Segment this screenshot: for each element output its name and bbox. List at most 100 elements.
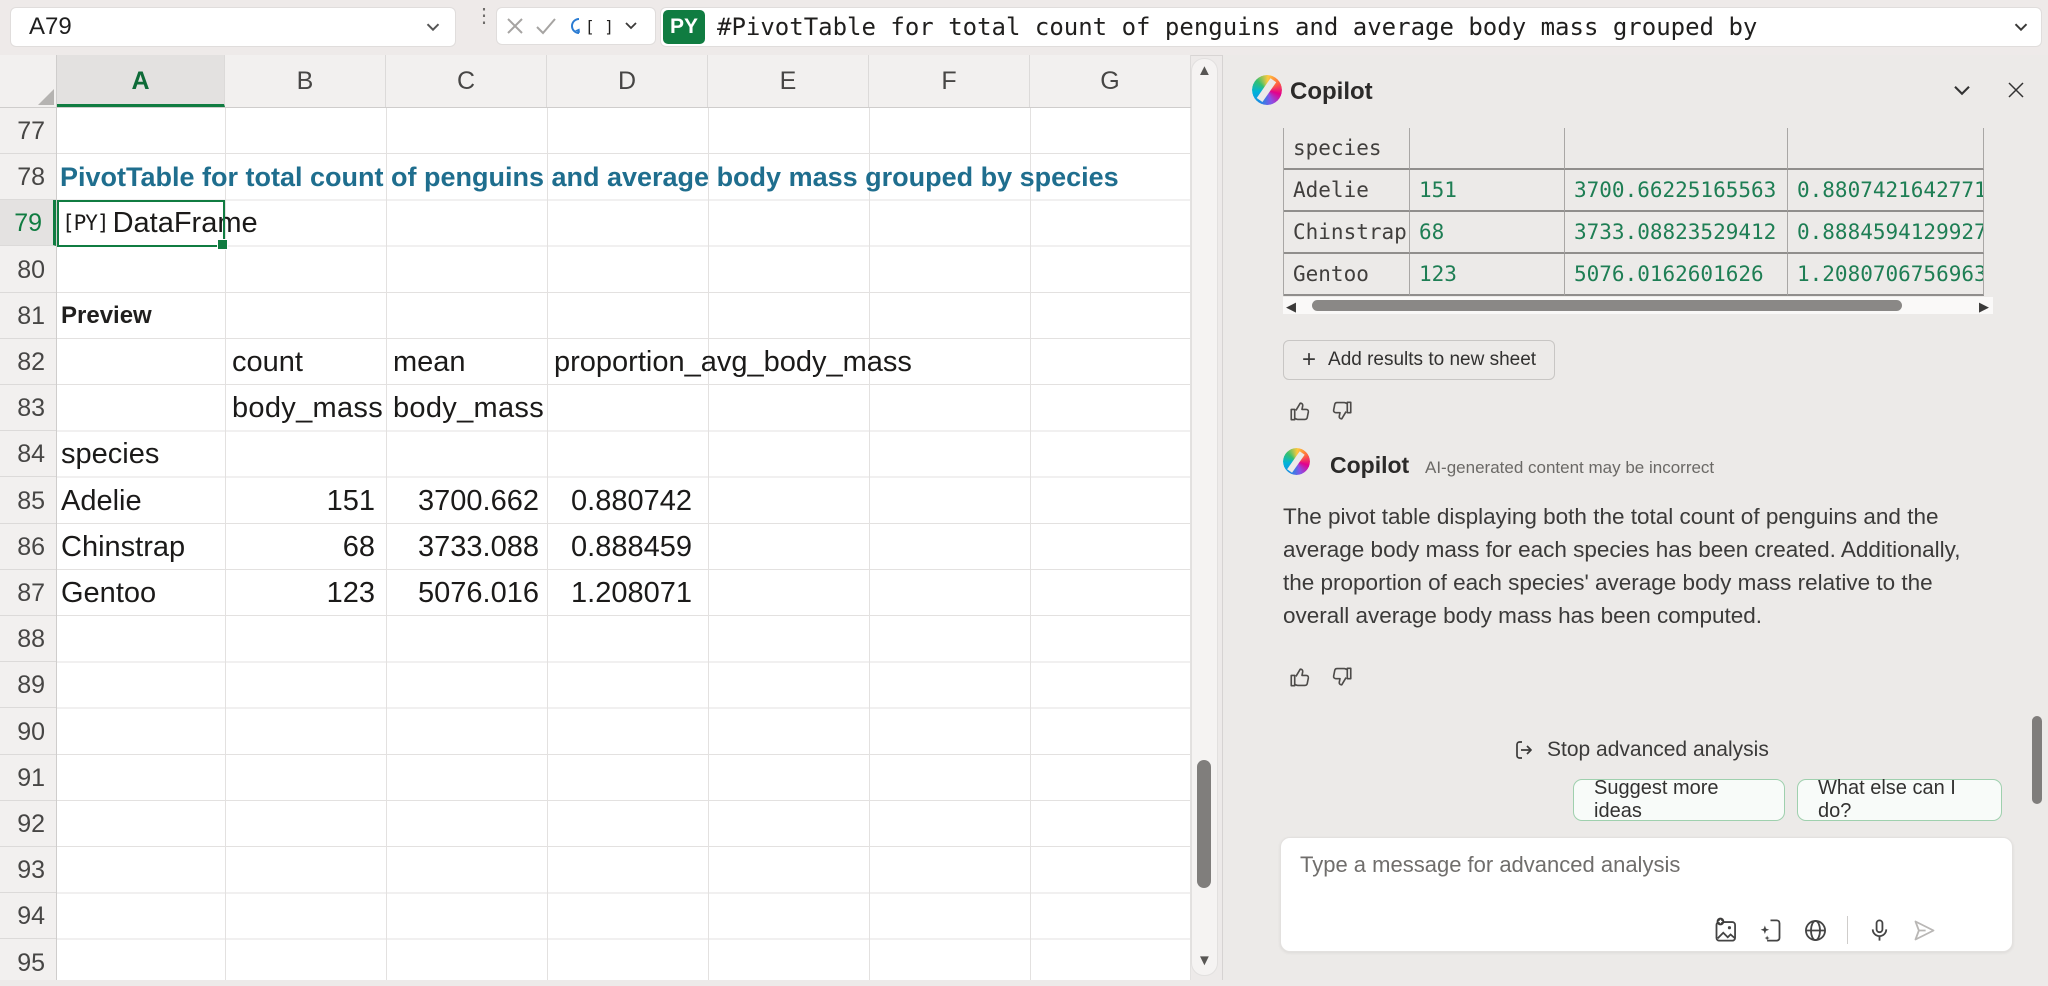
row-header-90[interactable]: 90 — [0, 709, 56, 755]
row-header-93[interactable]: 93 — [0, 847, 56, 893]
cell-B87[interactable]: 123 — [225, 570, 375, 616]
icon-divider — [1847, 916, 1848, 944]
cell-A87[interactable]: Gentoo — [61, 570, 156, 616]
thumbs-down-icon[interactable] — [1328, 398, 1354, 424]
thumbs-up-icon[interactable] — [1288, 664, 1314, 690]
table-cell: 0.8884594129927 — [1788, 212, 1984, 254]
thumbs-up-icon[interactable] — [1288, 398, 1314, 424]
name-box[interactable]: A79 — [10, 7, 456, 47]
cell-A86[interactable]: Chinstrap — [61, 524, 185, 570]
row-header-95[interactable]: 95 — [0, 940, 56, 986]
cell-B86[interactable]: 68 — [225, 524, 375, 570]
cell-C87[interactable]: 5076.016 — [386, 570, 539, 616]
table-cell: 5076.0162601626 — [1565, 254, 1788, 296]
name-box-chevron-icon[interactable] — [425, 22, 441, 33]
table-cell: Gentoo — [1284, 254, 1410, 296]
expand-formula-bar-chevron-icon[interactable] — [2013, 22, 2029, 33]
enter-check-icon[interactable] — [535, 17, 557, 35]
suggestion-pill-more-ideas[interactable]: Suggest more ideas — [1573, 779, 1785, 821]
table-scrollbar-thumb[interactable] — [1312, 300, 1902, 311]
send-icon[interactable] — [1911, 917, 1938, 944]
row-header-94[interactable]: 94 — [0, 893, 56, 939]
table-cell: 151 — [1410, 170, 1565, 212]
scroll-left-icon[interactable]: ◀ — [1286, 299, 1296, 315]
row-header-92[interactable]: 92 — [0, 801, 56, 847]
stop-advanced-analysis[interactable]: Stop advanced analysis — [1513, 738, 1769, 762]
prompt-library-icon[interactable] — [1757, 917, 1784, 944]
ai-disclaimer: AI-generated content may be incorrect — [1425, 458, 1714, 478]
row-header-77[interactable]: 77 — [0, 108, 56, 154]
cell-B82-count[interactable]: count — [232, 339, 303, 385]
thumbs-down-icon[interactable] — [1328, 664, 1354, 690]
table-cell: species — [1284, 128, 1410, 170]
column-header-C[interactable]: C — [386, 55, 547, 107]
panel-collapse-chevron-icon[interactable] — [1952, 84, 1972, 98]
panel-close-icon[interactable] — [2006, 80, 2026, 100]
formula-input[interactable]: PY #PivotTable for total count of pengui… — [660, 7, 2042, 47]
table-cell: Adelie — [1284, 170, 1410, 212]
copilot-message-logo-icon — [1283, 448, 1310, 475]
cell-A81-preview[interactable]: Preview — [61, 293, 152, 339]
row-header-86[interactable]: 86 — [0, 524, 56, 570]
row-header-81[interactable]: 81 — [0, 293, 56, 339]
plus-icon: + — [1302, 348, 1316, 372]
row-header-88[interactable]: 88 — [0, 616, 56, 662]
row-header-87[interactable]: 87 — [0, 570, 56, 616]
row-header-78[interactable]: 78 — [0, 154, 56, 200]
row-header-79[interactable]: 79 — [0, 200, 56, 246]
cell-C83-bodymass[interactable]: body_mass — [393, 385, 543, 431]
scroll-right-icon[interactable]: ▶ — [1979, 299, 1989, 315]
web-search-globe-icon[interactable] — [1802, 917, 1829, 944]
cell-D85[interactable]: 0.880742 — [547, 478, 692, 524]
column-header-A[interactable]: A — [57, 55, 225, 107]
message-author: Copilot — [1330, 452, 1409, 479]
cell-A85[interactable]: Adelie — [61, 478, 142, 524]
row-header-89[interactable]: 89 — [0, 662, 56, 708]
stop-exit-icon — [1513, 738, 1537, 762]
formula-bar-strip: A79 ⋮ [ ] PY #PivotTable for total count… — [0, 0, 2048, 56]
column-header-B[interactable]: B — [225, 55, 386, 107]
table-cell — [1410, 128, 1565, 170]
chat-input[interactable] — [1298, 850, 1922, 909]
cell-D87[interactable]: 1.208071 — [547, 570, 692, 616]
stop-label: Stop advanced analysis — [1547, 738, 1769, 762]
cancel-icon[interactable] — [505, 16, 525, 36]
row-header-82[interactable]: 82 — [0, 339, 56, 385]
cell-D86[interactable]: 0.888459 — [547, 524, 692, 570]
row-header-85[interactable]: 85 — [0, 478, 56, 524]
cell-B85[interactable]: 151 — [225, 478, 375, 524]
row-header-91[interactable]: 91 — [0, 755, 56, 801]
cell-D82-proportion[interactable]: proportion_avg_body_mass — [554, 339, 912, 385]
cell-C86[interactable]: 3733.088 — [386, 524, 539, 570]
python-object-convert-icon[interactable]: [ ] — [567, 14, 614, 38]
sheet-scrollbar-thumb[interactable] — [1197, 760, 1211, 888]
table-cell: 3733.08823529412 — [1565, 212, 1788, 254]
add-results-button[interactable]: + Add results to new sheet — [1283, 340, 1555, 380]
convert-dropdown-chevron-icon[interactable] — [624, 21, 638, 31]
cell-A84-species[interactable]: species — [61, 431, 159, 477]
column-header-G[interactable]: G — [1030, 55, 1191, 107]
row-header-84[interactable]: 84 — [0, 431, 56, 477]
fill-handle[interactable] — [217, 239, 228, 250]
row-header-83[interactable]: 83 — [0, 385, 56, 431]
add-image-icon[interactable] — [1712, 917, 1739, 944]
column-header-E[interactable]: E — [708, 55, 869, 107]
column-header-D[interactable]: D — [547, 55, 708, 107]
row-header-80[interactable]: 80 — [0, 247, 56, 293]
column-header-F[interactable]: F — [869, 55, 1030, 107]
table-cell: 123 — [1410, 254, 1565, 296]
suggestion-pill-what-else[interactable]: What else can I do? — [1797, 779, 2002, 821]
cell-B83-bodymass[interactable]: body_mass — [232, 385, 382, 431]
select-all-triangle-icon — [38, 89, 54, 105]
panel-scrollbar-thumb[interactable] — [2032, 716, 2042, 804]
microphone-icon[interactable] — [1866, 917, 1893, 944]
scroll-up-icon[interactable]: ▲ — [1197, 62, 1211, 79]
cell-C82-mean[interactable]: mean — [393, 339, 466, 385]
cell-A78-title[interactable]: PivotTable for total count of penguins a… — [60, 154, 1119, 200]
selection-border — [57, 200, 225, 247]
cell-C85[interactable]: 3700.662 — [386, 478, 539, 524]
drag-grip-icon: ⋮ — [474, 12, 494, 21]
message-body: The pivot table displaying both the tota… — [1283, 500, 1983, 632]
scroll-down-icon[interactable]: ▼ — [1197, 952, 1211, 969]
formula-text: #PivotTable for total count of penguins … — [717, 13, 2013, 41]
